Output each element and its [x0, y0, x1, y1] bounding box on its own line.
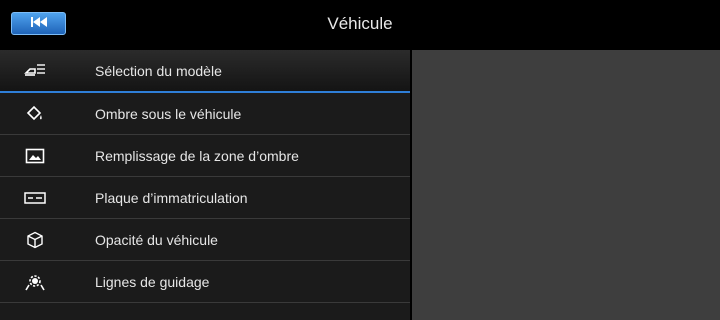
menu-item-label: Lignes de guidage	[95, 274, 210, 290]
menu-item-vehicle-shadow[interactable]: Ombre sous le véhicule	[0, 93, 410, 135]
car-model-icon	[24, 61, 46, 81]
menu-item-vehicle-opacity[interactable]: Opacité du véhicule	[0, 219, 410, 261]
menu-item-label: Opacité du véhicule	[95, 232, 218, 248]
header-bar: Véhicule	[0, 0, 720, 48]
skip-back-icon	[30, 15, 48, 33]
menu-item-label: Sélection du modèle	[95, 63, 222, 79]
page-title: Véhicule	[327, 14, 393, 33]
menu-item-license-plate[interactable]: Plaque d’immatriculation	[0, 177, 410, 219]
menu-item-model-selection[interactable]: Sélection du modèle	[0, 50, 410, 93]
menu-item-guide-lines[interactable]: Lignes de guidage	[0, 261, 410, 303]
guide-lines-icon	[24, 272, 46, 292]
menu-item-shadow-fill[interactable]: Remplissage de la zone d’ombre	[0, 135, 410, 177]
menu-item-label: Remplissage de la zone d’ombre	[95, 148, 299, 164]
vehicle-settings-screen: Véhicule Sélection du modèle Ombre sous …	[0, 0, 720, 320]
menu-item-label: Ombre sous le véhicule	[95, 106, 242, 122]
settings-menu: Sélection du modèle Ombre sous le véhicu…	[0, 50, 410, 320]
paint-bucket-icon	[24, 104, 46, 124]
license-plate-icon	[24, 188, 46, 208]
menu-item-label: Plaque d’immatriculation	[95, 190, 248, 206]
cube-icon	[24, 230, 46, 250]
back-button[interactable]	[11, 12, 66, 35]
detail-panel	[412, 50, 720, 320]
image-fill-icon	[24, 146, 46, 166]
